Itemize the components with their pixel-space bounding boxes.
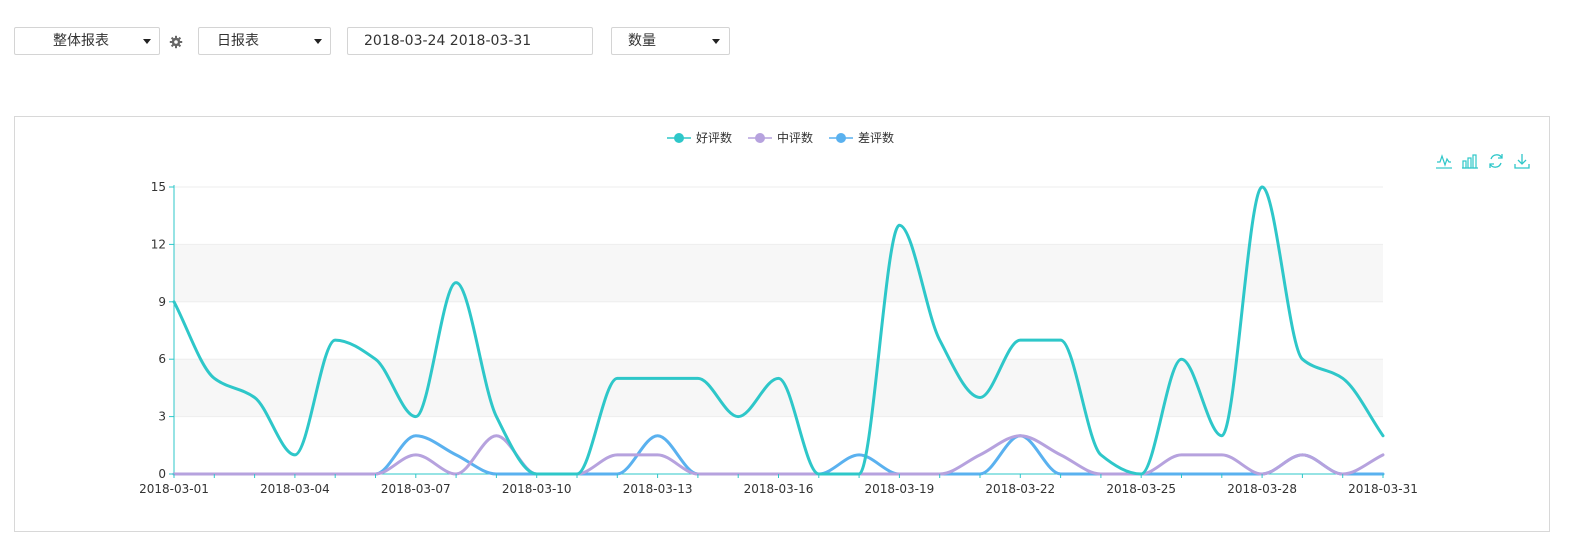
grid-band: [174, 187, 1383, 245]
grid-band: [174, 244, 1383, 302]
grid-band: [174, 359, 1383, 417]
grid-band: [174, 301, 1383, 360]
metric-select-value: 数量: [628, 33, 656, 49]
x-tick-label: 2018-03-04: [260, 482, 330, 496]
legend-marker: [674, 133, 684, 143]
x-tick-label: 2018-03-16: [744, 482, 814, 496]
legend-label: 中评数: [777, 130, 813, 145]
legend-item-好评数[interactable]: 好评数: [667, 130, 732, 145]
y-tick-label: 3: [158, 410, 166, 424]
download-icon[interactable]: [1514, 154, 1530, 169]
bar-chart-icon[interactable]: [1462, 154, 1478, 169]
chevron-down-icon: [712, 39, 720, 44]
legend-marker: [836, 133, 846, 143]
y-tick-label: 12: [151, 237, 166, 251]
report-select[interactable]: 整体报表: [14, 27, 160, 55]
x-tick-label: 2018-03-31: [1348, 482, 1418, 496]
legend-label: 差评数: [858, 130, 894, 145]
x-tick-label: 2018-03-01: [139, 482, 209, 496]
gear-icon[interactable]: [169, 35, 183, 49]
x-tick-label: 2018-03-19: [865, 482, 935, 496]
refresh-icon[interactable]: [1489, 154, 1503, 168]
y-tick-label: 15: [151, 180, 166, 194]
chevron-down-icon: [143, 39, 151, 44]
line-chart: 0 3 6 9 12 15 2018-03-01 2018-03-04 2018-03-07 20…: [139, 130, 1530, 496]
date-range-input[interactable]: 2018-03-24 2018-03-31: [347, 27, 593, 55]
y-tick-label: 0: [158, 467, 166, 481]
grid-band: [174, 416, 1383, 474]
report-select-value: 整体报表: [53, 33, 109, 49]
legend-label: 好评数: [696, 130, 732, 145]
date-range-value: 2018-03-24 2018-03-31: [364, 33, 532, 49]
y-tick-label: 6: [158, 352, 166, 366]
chevron-down-icon: [314, 39, 322, 44]
x-tick-label: 2018-03-07: [381, 482, 451, 496]
x-tick-label: 2018-03-13: [623, 482, 693, 496]
line-chart-icon[interactable]: [1436, 154, 1452, 169]
x-tick-label: 2018-03-10: [502, 482, 572, 496]
period-select[interactable]: 日报表: [198, 27, 331, 55]
metric-select[interactable]: 数量: [611, 27, 730, 55]
legend-item-中评数[interactable]: 中评数: [748, 130, 813, 145]
x-tick-label: 2018-03-25: [1106, 482, 1176, 496]
x-tick-label: 2018-03-22: [985, 482, 1055, 496]
period-select-value: 日报表: [217, 33, 259, 49]
legend-item-差评数[interactable]: 差评数: [829, 130, 894, 145]
x-tick-label: 2018-03-28: [1227, 482, 1297, 496]
legend-marker: [755, 133, 765, 143]
chart-panel: 0 3 6 9 12 15 2018-03-01 2018-03-04 2018-03-07 20…: [14, 116, 1550, 532]
y-tick-label: 9: [158, 295, 166, 309]
